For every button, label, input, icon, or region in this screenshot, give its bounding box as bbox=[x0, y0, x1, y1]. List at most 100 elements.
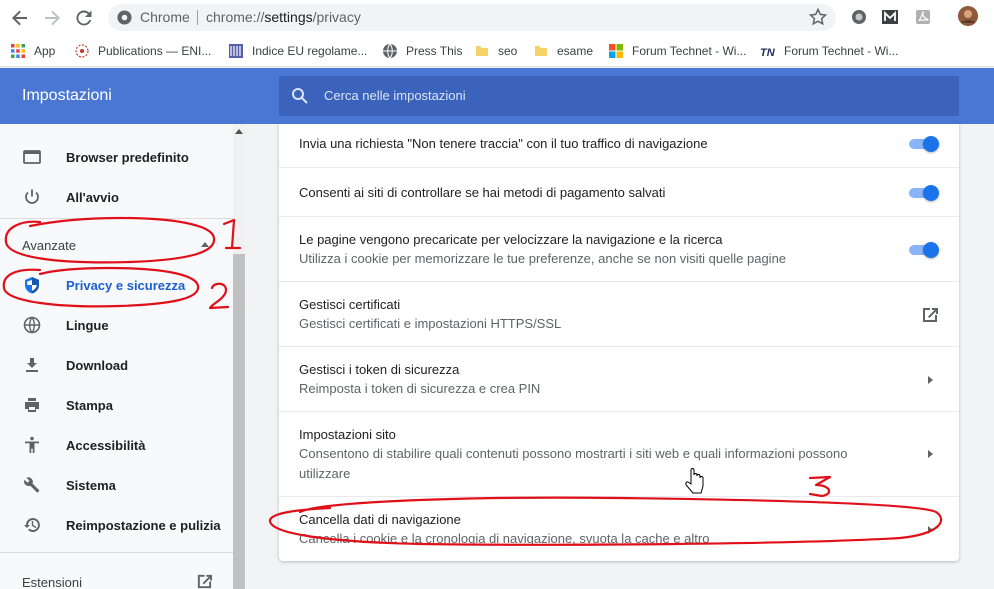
url-prefix: chrome:// bbox=[206, 9, 265, 25]
bookmark-label: seo bbox=[498, 44, 518, 58]
browser-window-icon bbox=[23, 150, 41, 164]
microsoft-logo-icon bbox=[609, 44, 623, 58]
bookmark-folder-seo[interactable]: seo bbox=[474, 41, 517, 61]
privacy-settings-card: Invia una richiesta "Non tenere traccia"… bbox=[279, 124, 959, 561]
advanced-label: Avanzate bbox=[22, 238, 76, 253]
sidebar-scrollbar[interactable] bbox=[233, 124, 245, 589]
sidebar-item-printing[interactable]: Stampa bbox=[0, 385, 233, 425]
folder-icon bbox=[476, 46, 488, 56]
sidebar-item-label: Lingue bbox=[66, 317, 109, 333]
advanced-section-toggle[interactable]: Avanzate bbox=[0, 224, 233, 264]
setting-row-clear-browsing-data[interactable]: Cancella dati di navigazione Cancella i … bbox=[279, 496, 959, 561]
setting-title: Invia una richiesta "Non tenere traccia"… bbox=[299, 136, 708, 151]
address-bar[interactable]: Chrome chrome://settings/privacy bbox=[108, 4, 836, 31]
bookmark-star-icon[interactable] bbox=[808, 7, 828, 27]
power-icon bbox=[25, 189, 39, 204]
sidebar-item-accessibility[interactable]: Accessibilità bbox=[0, 425, 233, 465]
bookmark-press-this[interactable]: Press This bbox=[382, 41, 462, 61]
bookmark-publications[interactable]: Publications — ENI... bbox=[74, 41, 211, 61]
setting-row-payment-methods[interactable]: Consenti ai siti di controllare se hai m… bbox=[279, 167, 959, 216]
setting-title: Gestisci certificati bbox=[299, 297, 401, 312]
bookmark-label: Forum Technet - Wi... bbox=[632, 44, 747, 58]
sidebar-item-on-startup[interactable]: All'avvio bbox=[0, 177, 233, 217]
scroll-up-arrow-icon[interactable] bbox=[235, 129, 243, 134]
bookmark-label: Press This bbox=[406, 44, 463, 58]
svg-text:TN: TN bbox=[760, 47, 776, 59]
sidebar-item-label: Download bbox=[66, 357, 129, 373]
search-placeholder: Cerca nelle impostazioni bbox=[324, 88, 466, 103]
bookmark-label: Forum Technet - Wi... bbox=[784, 44, 899, 58]
setting-subtitle: Reimposta i token di sicurezza e crea PI… bbox=[299, 381, 541, 396]
extension-circle-icon[interactable] bbox=[850, 8, 868, 26]
shield-icon bbox=[25, 277, 39, 294]
chrome-icon bbox=[117, 10, 132, 25]
url-text: chrome://settings/privacy bbox=[206, 9, 361, 25]
external-link-icon[interactable] bbox=[921, 306, 939, 324]
browser-toolbar: Chrome chrome://settings/privacy bbox=[0, 0, 994, 35]
search-icon bbox=[292, 88, 308, 104]
setting-row-do-not-track[interactable]: Invia una richiesta "Non tenere traccia"… bbox=[279, 124, 959, 167]
bookmark-folder-esame[interactable]: esame bbox=[533, 41, 593, 61]
sidebar-item-system[interactable]: Sistema bbox=[0, 465, 233, 505]
bookmark-label: Publications — ENI... bbox=[98, 44, 212, 58]
sidebar-item-languages[interactable]: Lingue bbox=[0, 305, 233, 345]
bookmark-forum-technet-2[interactable]: TN Forum Technet - Wi... bbox=[760, 41, 898, 61]
globe-icon bbox=[23, 316, 41, 334]
preload-pages-toggle[interactable] bbox=[907, 242, 939, 258]
sidebar-item-privacy-security[interactable]: Privacy e sicurezza bbox=[0, 265, 233, 305]
arrow-right-icon bbox=[45, 10, 60, 26]
profile-avatar-icon[interactable] bbox=[958, 6, 978, 26]
sidebar-divider bbox=[0, 552, 233, 553]
eu-library-icon bbox=[229, 44, 243, 58]
sidebar-item-label: Stampa bbox=[66, 397, 113, 413]
extensions-label: Estensioni bbox=[22, 575, 82, 589]
sidebar-item-label: Browser predefinito bbox=[66, 149, 189, 165]
payment-methods-toggle[interactable] bbox=[907, 185, 939, 201]
sidebar-item-label: Accessibilità bbox=[66, 437, 146, 453]
toggle-knob bbox=[923, 242, 939, 258]
folder-icon bbox=[535, 46, 547, 56]
setting-title: Impostazioni sito bbox=[299, 427, 396, 442]
wrench-icon bbox=[24, 477, 40, 493]
external-link-icon bbox=[197, 574, 213, 589]
sidebar-item-default-browser[interactable]: Browser predefinito bbox=[0, 137, 233, 177]
omnibox-separator bbox=[197, 10, 198, 25]
apps-grid-icon bbox=[11, 44, 25, 58]
reload-icon bbox=[76, 10, 92, 26]
sidebar-item-label: Sistema bbox=[66, 477, 116, 493]
setting-title: Cancella dati di navigazione bbox=[299, 512, 461, 527]
scrollbar-thumb[interactable] bbox=[233, 254, 245, 589]
technet-logo-icon: TN bbox=[760, 47, 776, 59]
extension-m-icon[interactable] bbox=[881, 8, 899, 26]
bookmark-forum-technet-1[interactable]: Forum Technet - Wi... bbox=[608, 41, 746, 61]
setting-row-manage-certificates[interactable]: Gestisci certificati Gestisci certificat… bbox=[279, 281, 959, 346]
omnibox-chrome-label: Chrome bbox=[140, 9, 190, 25]
download-icon bbox=[26, 358, 38, 372]
do-not-track-toggle[interactable] bbox=[907, 136, 939, 152]
chevron-up-icon bbox=[201, 242, 209, 247]
extension-pdf-icon[interactable] bbox=[914, 8, 932, 26]
settings-search-box[interactable]: Cerca nelle impostazioni bbox=[279, 76, 959, 116]
sidebar-divider bbox=[0, 218, 233, 219]
chevron-right-icon[interactable] bbox=[928, 526, 933, 534]
setting-row-preload-pages[interactable]: Le pagine vengono precaricate per veloci… bbox=[279, 216, 959, 281]
chevron-right-icon[interactable] bbox=[928, 450, 933, 458]
arrow-left-icon bbox=[12, 10, 27, 26]
sidebar-item-downloads[interactable]: Download bbox=[0, 345, 233, 385]
setting-row-site-settings[interactable]: Impostazioni sito Consentono di stabilir… bbox=[279, 411, 959, 496]
back-button[interactable] bbox=[8, 6, 32, 30]
restore-icon bbox=[24, 518, 40, 532]
sidebar-item-reset-cleanup[interactable]: Reimpostazione e pulizia bbox=[0, 505, 233, 545]
accessibility-icon bbox=[25, 436, 39, 453]
bookmark-indice-eu[interactable]: Indice EU regolame... bbox=[228, 41, 367, 61]
forward-button[interactable] bbox=[40, 6, 64, 30]
settings-header: Impostazioni Cerca nelle impostazioni bbox=[0, 68, 994, 124]
setting-title: Gestisci i token di sicurezza bbox=[299, 362, 460, 377]
setting-row-security-keys[interactable]: Gestisci i token di sicurezza Reimposta … bbox=[279, 346, 959, 411]
sidebar-item-extensions[interactable]: Estensioni bbox=[0, 568, 233, 589]
bookmark-apps[interactable]: App bbox=[10, 41, 55, 61]
sidebar-item-label: Reimpostazione e pulizia bbox=[66, 517, 221, 533]
reload-button[interactable] bbox=[72, 6, 96, 30]
bookmark-label: Indice EU regolame... bbox=[252, 44, 368, 58]
chevron-right-icon[interactable] bbox=[928, 376, 933, 384]
